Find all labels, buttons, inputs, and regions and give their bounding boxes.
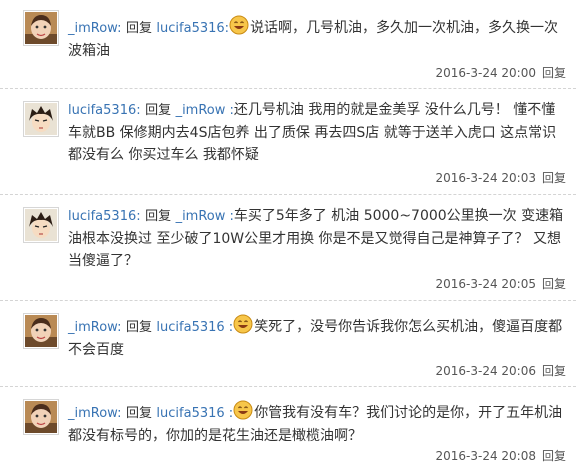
comment-item: _imRow: 回复 lucifa5316: 说话啊，几号机油，多久加一次机油，多… [0,0,576,88]
reply-target-separator: : [225,103,234,118]
comment-timestamp: 2016-3-24 20:08 [435,449,536,463]
reply-target-separator: : [224,320,234,335]
author-separator: : [136,103,141,118]
comment-meta: 2016-3-24 20:08 回复 [435,447,566,464]
comment-meta: 2016-3-24 20:06 回复 [435,362,566,379]
author-separator: : [117,320,122,335]
avatar-anime-character-image [25,103,57,135]
reply-word: 回复 [125,320,152,335]
comment-timestamp: 2016-3-24 20:03 [435,171,536,185]
reply-word: 回复 [145,209,172,224]
comment-timestamp: 2016-3-24 20:05 [435,277,536,291]
laughing-face-icon [233,314,253,334]
avatar[interactable] [23,399,59,435]
avatar-girl-image [25,315,57,347]
avatar[interactable] [23,313,59,349]
reply-target-link[interactable]: lucifa5316 [156,21,224,36]
comment-body: lucifa5316: 回复 _imRow :还几号机油 我用的就是金美孚 没什… [68,99,568,166]
comment-body: lucifa5316: 回复 _imRow :车买了5年多了 机油 5000~7… [68,205,568,272]
reply-word: 回复 [125,21,152,36]
comment-meta: 2016-3-24 20:00 回复 [435,64,566,81]
reply-target-link[interactable]: _imRow [176,209,226,224]
comment-timestamp: 2016-3-24 20:06 [435,364,536,378]
reply-link[interactable]: 回复 [542,364,566,378]
comment-text: 车买了5年多了 机油 5000~7000公里换一次 变速箱油根本没换过 至少破了… [68,208,564,269]
author-link[interactable]: lucifa5316 [68,209,136,224]
comment-body: _imRow: 回复 lucifa5316: 说话啊，几号机油，多久加一次机油，多… [68,15,568,62]
avatar[interactable] [23,207,59,243]
avatar[interactable] [23,101,59,137]
reply-target-separator: : [225,209,234,224]
reply-link[interactable]: 回复 [542,449,566,463]
reply-target-separator: : [224,406,234,421]
laughing-face-icon [229,15,249,35]
reply-link[interactable]: 回复 [542,171,566,185]
comment-meta: 2016-3-24 20:05 回复 [435,275,566,292]
reply-target-link[interactable]: lucifa5316 [156,320,224,335]
author-link[interactable]: lucifa5316 [68,103,136,118]
reply-link[interactable]: 回复 [542,277,566,291]
reply-word: 回复 [145,103,172,118]
reply-target-link[interactable]: _imRow [176,103,226,118]
comment-thread: _imRow: 回复 lucifa5316: 说话啊，几号机油，多久加一次机油，多… [0,0,576,465]
comment-meta: 2016-3-24 20:03 回复 [435,169,566,186]
author-separator: : [136,209,141,224]
comment-item: lucifa5316: 回复 _imRow :还几号机油 我用的就是金美孚 没什… [0,88,576,194]
reply-target-link[interactable]: lucifa5316 [156,406,224,421]
avatar[interactable] [23,10,59,46]
author-link[interactable]: _imRow [68,406,117,421]
comment-item: _imRow: 回复 lucifa5316 : 你管我有没有车？我们讨论的是你，开… [0,386,576,465]
comment-body: _imRow: 回复 lucifa5316 : 笑死了，没号你告诉我你怎么买机油，… [68,314,568,361]
author-link[interactable]: _imRow [68,21,117,36]
reply-word: 回复 [125,406,152,421]
avatar-girl-image [25,401,57,433]
comment-body: _imRow: 回复 lucifa5316 : 你管我有没有车？我们讨论的是你，开… [68,400,568,447]
laughing-face-icon [233,400,253,420]
comment-item: lucifa5316: 回复 _imRow :车买了5年多了 机油 5000~7… [0,194,576,300]
comment-timestamp: 2016-3-24 20:00 [435,66,536,80]
avatar-girl-image [25,12,57,44]
comment-text: 还几号机油 我用的就是金美孚 没什么几号！ 懂不懂车就BB 保修期内去4S店包养… [68,102,557,163]
reply-link[interactable]: 回复 [542,66,566,80]
avatar-anime-character-image [25,209,57,241]
author-separator: : [117,21,122,36]
comment-item: _imRow: 回复 lucifa5316 : 笑死了，没号你告诉我你怎么买机油，… [0,300,576,386]
author-link[interactable]: _imRow [68,320,117,335]
author-separator: : [117,406,122,421]
